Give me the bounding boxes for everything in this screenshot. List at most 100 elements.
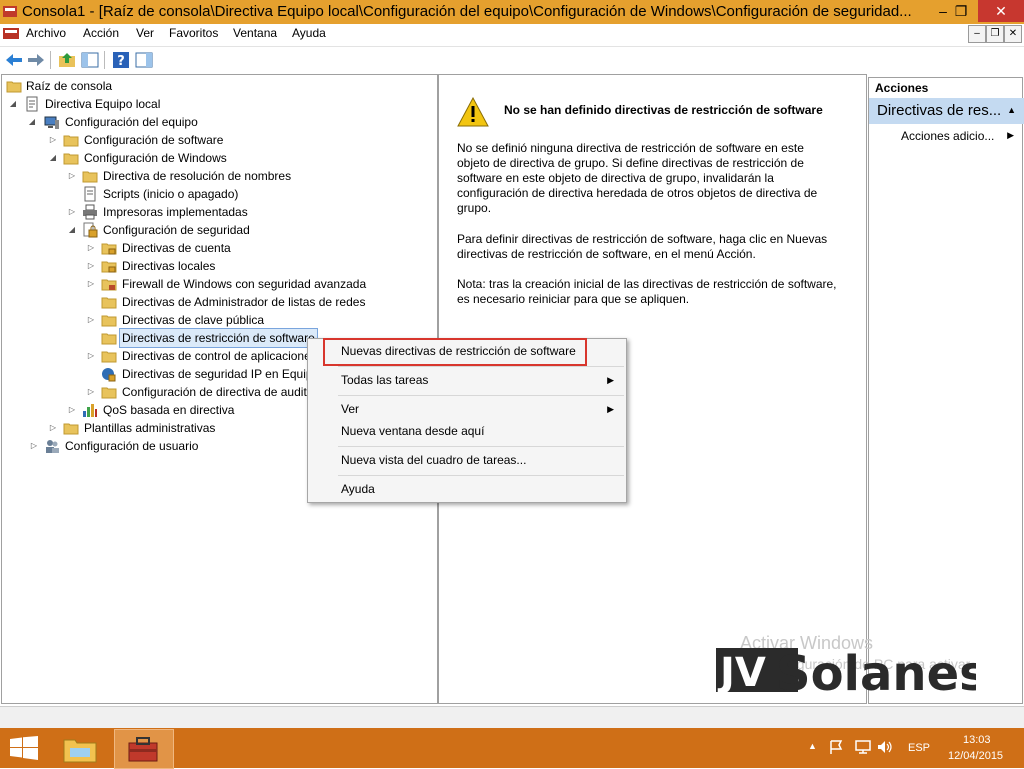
taskbar-mmc-button[interactable] bbox=[114, 729, 174, 769]
tree-label: Scripts (inicio o apagado) bbox=[103, 187, 239, 201]
expand-arrow-icon[interactable]: ▷ bbox=[86, 239, 96, 257]
actions-section-label: Directivas de res... bbox=[877, 102, 1002, 119]
policy-document-icon bbox=[26, 96, 38, 112]
svg-text:?: ? bbox=[117, 54, 125, 69]
submenu-arrow-icon: ▶ bbox=[607, 404, 614, 414]
mmc-app-icon[interactable] bbox=[3, 4, 17, 18]
actions-section-header[interactable]: Directivas de res... bbox=[869, 98, 1024, 124]
folder-icon bbox=[101, 333, 117, 345]
windows-start-icon[interactable] bbox=[10, 736, 38, 760]
folder-icon bbox=[82, 171, 98, 183]
show-hidden-icons-icon[interactable]: ▲ bbox=[808, 741, 817, 751]
mdi-restore-button[interactable]: ❐ bbox=[986, 25, 1004, 43]
tree-label: Configuración del equipo bbox=[65, 115, 198, 129]
folder-icon bbox=[63, 423, 79, 435]
file-explorer-icon[interactable] bbox=[62, 734, 98, 764]
toolbar: ? bbox=[0, 46, 1024, 73]
back-arrow-icon[interactable] bbox=[4, 50, 24, 70]
actions-header: Acciones bbox=[875, 81, 929, 95]
close-button[interactable]: ✕ bbox=[978, 0, 1024, 22]
menu-item-nueva-vista-tareas[interactable]: Nueva vista del cuadro de tareas... bbox=[341, 453, 526, 467]
expand-arrow-icon[interactable]: ▷ bbox=[86, 311, 96, 329]
expand-arrow-icon[interactable]: ▷ bbox=[48, 131, 58, 149]
expand-arrow-icon[interactable]: ▷ bbox=[86, 347, 96, 365]
menu-item-ayuda[interactable]: Ayuda bbox=[341, 482, 375, 496]
menu-item-ver[interactable]: Ver bbox=[341, 402, 359, 416]
menu-ventana[interactable]: Ventana bbox=[233, 26, 277, 40]
restore-button[interactable]: ❐ bbox=[944, 0, 978, 22]
context-menu: Nuevas directivas de restricción de soft… bbox=[307, 338, 627, 503]
bar-chart-icon bbox=[83, 404, 97, 417]
title-bar: Consola1 - [Raíz de consola\Directiva Eq… bbox=[0, 0, 1024, 24]
firewall-icon bbox=[101, 279, 117, 291]
console-menu-icon[interactable] bbox=[3, 26, 19, 40]
tree-label: Configuración de seguridad bbox=[103, 223, 250, 237]
warning-icon bbox=[457, 97, 489, 127]
folder-lock-icon bbox=[101, 261, 117, 273]
show-hide-tree-icon[interactable] bbox=[80, 50, 100, 70]
expand-arrow-icon[interactable]: ▷ bbox=[29, 437, 39, 455]
tree-label: Directiva Equipo local bbox=[45, 97, 161, 111]
menu-ayuda[interactable]: Ayuda bbox=[292, 26, 326, 40]
action-center-flag-icon[interactable] bbox=[828, 739, 844, 755]
mdi-close-button[interactable]: ✕ bbox=[1004, 25, 1022, 43]
menu-item-nueva-ventana[interactable]: Nueva ventana desde aquí bbox=[341, 424, 484, 438]
collapse-up-icon[interactable]: ▲ bbox=[1007, 105, 1016, 115]
tree-label: Configuración de software bbox=[84, 133, 224, 147]
clock-time[interactable]: 13:03 bbox=[963, 734, 991, 746]
tree-label: Directivas de cuenta bbox=[122, 241, 231, 255]
tree-label: Configuración de directiva de auditoría … bbox=[122, 385, 308, 399]
toolbar-separator bbox=[50, 51, 51, 69]
expand-arrow-icon[interactable]: ▷ bbox=[48, 419, 58, 437]
show-hide-action-pane-icon[interactable] bbox=[134, 50, 154, 70]
mdi-minimize-button[interactable]: – bbox=[968, 25, 986, 43]
ip-security-icon bbox=[102, 368, 116, 382]
volume-icon[interactable] bbox=[876, 739, 894, 755]
expand-arrow-icon[interactable]: ▷ bbox=[86, 257, 96, 275]
help-icon[interactable]: ? bbox=[111, 50, 131, 70]
tree-label: Plantillas administrativas bbox=[84, 421, 216, 435]
actions-more-item[interactable]: Acciones adicio... bbox=[901, 129, 994, 143]
expand-arrow-icon[interactable]: ▷ bbox=[86, 275, 96, 293]
window-title: Consola1 - [Raíz de consola\Directiva Eq… bbox=[22, 3, 912, 20]
tree-label: Directivas de clave pública bbox=[122, 313, 265, 327]
toolbox-icon bbox=[128, 737, 158, 762]
tree-label: Directivas de seguridad IP en Equipo loc… bbox=[122, 367, 308, 381]
clock-date[interactable]: 12/04/2015 bbox=[948, 750, 1003, 762]
submenu-arrow-icon: ▶ bbox=[1007, 130, 1014, 140]
menu-archivo[interactable]: Archivo bbox=[26, 26, 66, 40]
up-folder-icon[interactable] bbox=[57, 50, 77, 70]
folder-icon bbox=[63, 135, 79, 147]
expand-arrow-icon[interactable]: ▷ bbox=[67, 401, 77, 419]
tree-label: Configuración de Windows bbox=[84, 151, 227, 165]
content-paragraph-2: Para definir directivas de restricción d… bbox=[457, 232, 828, 261]
expand-arrow-icon[interactable]: ▷ bbox=[67, 167, 77, 185]
tree-label: Directivas de control de aplicaciones bbox=[122, 349, 308, 363]
submenu-arrow-icon: ▶ bbox=[607, 375, 614, 385]
jvsolanes-logo: JV Solanes bbox=[716, 646, 976, 694]
collapse-arrow-icon[interactable]: ◢ bbox=[48, 149, 58, 167]
forward-arrow-icon[interactable] bbox=[26, 50, 46, 70]
tree-label: Directivas de Administrador de listas de… bbox=[122, 295, 366, 309]
menu-item-todas-las-tareas[interactable]: Todas las tareas bbox=[341, 373, 428, 387]
folder-icon bbox=[101, 297, 117, 309]
tree-label: Directivas locales bbox=[122, 259, 216, 273]
collapse-arrow-icon[interactable]: ◢ bbox=[27, 113, 37, 131]
collapse-arrow-icon[interactable]: ◢ bbox=[8, 95, 18, 113]
menu-accion[interactable]: Acción bbox=[83, 26, 119, 40]
menu-separator bbox=[338, 475, 624, 476]
folder-icon bbox=[6, 81, 22, 93]
tree-label: Raíz de consola bbox=[26, 79, 113, 93]
computer-icon bbox=[44, 116, 59, 129]
expand-arrow-icon[interactable]: ▷ bbox=[86, 383, 96, 401]
collapse-arrow-icon[interactable]: ◢ bbox=[67, 221, 77, 239]
menu-item-nuevas-directivas[interactable]: Nuevas directivas de restricción de soft… bbox=[341, 344, 576, 358]
menu-ver[interactable]: Ver bbox=[136, 26, 154, 40]
folder-icon bbox=[101, 315, 117, 327]
menu-favoritos[interactable]: Favoritos bbox=[169, 26, 218, 40]
network-icon[interactable] bbox=[854, 739, 872, 755]
svg-text:Solanes: Solanes bbox=[776, 646, 976, 694]
language-indicator[interactable]: ESP bbox=[908, 742, 930, 754]
tree-label: Impresoras implementadas bbox=[103, 205, 248, 219]
expand-arrow-icon[interactable]: ▷ bbox=[67, 203, 77, 221]
